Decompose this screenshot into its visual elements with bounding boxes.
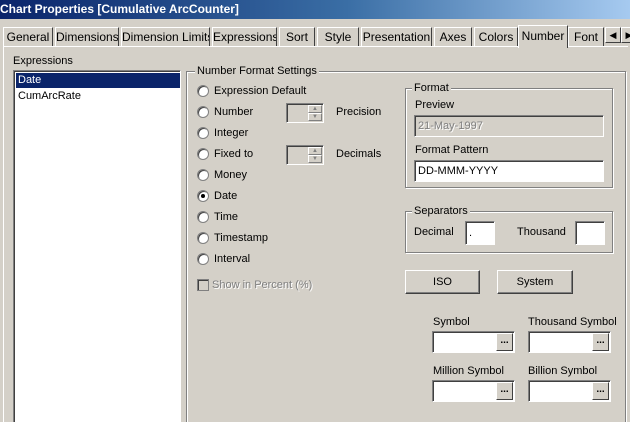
tab-style[interactable]: Style xyxy=(317,27,359,47)
separators-group-label: Separators xyxy=(412,205,470,217)
radio-money[interactable] xyxy=(197,169,209,181)
tab-number[interactable]: Number xyxy=(518,25,568,48)
tab-colors[interactable]: Colors xyxy=(474,27,518,47)
symbol-browse-button[interactable]: ... xyxy=(496,333,513,351)
arrow-right-icon: ▶ xyxy=(625,30,630,40)
thousand-separator-label: Thousand xyxy=(517,226,566,238)
decimals-spinner[interactable]: ▲ ▼ xyxy=(286,145,324,165)
radio-date-label: Date xyxy=(214,190,238,202)
number-format-group-label: Number Format Settings xyxy=(195,65,319,77)
radio-interval[interactable] xyxy=(197,253,209,265)
billion-symbol-input[interactable]: ... xyxy=(528,380,611,402)
decimal-separator-value: . xyxy=(469,227,473,239)
billion-symbol-label: Billion Symbol xyxy=(528,365,598,377)
spin-down-icon[interactable]: ▼ xyxy=(308,113,322,121)
show-in-percent-label: Show in Percent (%) xyxy=(212,279,313,291)
tab-scroll-left-button[interactable]: ◀ xyxy=(605,27,621,43)
decimal-separator-input[interactable]: . xyxy=(465,221,495,245)
radio-timestamp-label: Timestamp xyxy=(214,232,268,244)
tab-strip: General Dimensions Dimension Limits Expr… xyxy=(0,25,630,48)
thousand-symbol-label: Thousand Symbol xyxy=(528,316,617,328)
expressions-list[interactable]: Date CumArcRate xyxy=(13,70,181,422)
radio-integer-label: Integer xyxy=(214,127,249,139)
symbol-label: Symbol xyxy=(433,316,470,328)
radio-time[interactable] xyxy=(197,211,209,223)
tab-general[interactable]: General xyxy=(3,27,53,47)
format-group-label: Format xyxy=(412,82,451,94)
radio-money-label: Money xyxy=(214,169,248,181)
preview-label: Preview xyxy=(415,99,455,111)
format-pattern-value: DD-MMM-YYYY xyxy=(418,165,499,177)
preview-field: 21-May-1997 xyxy=(414,115,604,137)
spin-down-icon[interactable]: ▼ xyxy=(308,155,322,163)
radio-fixed-to[interactable] xyxy=(197,148,209,160)
list-item-cumarcrate[interactable]: CumArcRate xyxy=(16,89,180,104)
radio-integer[interactable] xyxy=(197,127,209,139)
decimal-separator-label: Decimal xyxy=(414,226,454,238)
tab-presentation[interactable]: Presentation xyxy=(361,27,432,47)
list-item-date[interactable]: Date xyxy=(16,73,180,88)
tab-sort[interactable]: Sort xyxy=(279,27,315,47)
spin-up-icon[interactable]: ▲ xyxy=(308,147,322,155)
radio-interval-label: Interval xyxy=(214,253,251,265)
precision-spinner-arrows[interactable]: ▲ ▼ xyxy=(308,105,322,121)
billion-symbol-browse-button[interactable]: ... xyxy=(592,382,609,400)
thousand-symbol-browse-button[interactable]: ... xyxy=(592,333,609,351)
tab-axes[interactable]: Axes xyxy=(434,27,472,47)
thousand-symbol-input[interactable]: ... xyxy=(528,331,611,353)
tab-expressions[interactable]: Expressions xyxy=(212,27,277,47)
spin-up-icon[interactable]: ▲ xyxy=(308,105,322,113)
radio-expression-default-label: Expression Default xyxy=(214,85,307,97)
arrow-left-icon: ◀ xyxy=(609,30,617,40)
window-title: Chart Properties [Cumulative ArcCounter] xyxy=(0,0,630,19)
expressions-label: Expressions xyxy=(13,55,73,67)
tab-font[interactable]: Font xyxy=(568,27,604,47)
precision-spinner[interactable]: ▲ ▼ xyxy=(286,103,324,123)
radio-number[interactable] xyxy=(197,106,209,118)
iso-button[interactable]: ISO xyxy=(405,270,480,294)
decimals-label: Decimals xyxy=(336,148,382,160)
system-button[interactable]: System xyxy=(497,270,573,294)
format-pattern-input[interactable]: DD-MMM-YYYY xyxy=(414,160,604,182)
tab-dimension-limits[interactable]: Dimension Limits xyxy=(121,27,210,47)
radio-date[interactable] xyxy=(197,190,209,202)
radio-number-label: Number xyxy=(214,106,254,118)
million-symbol-input[interactable]: ... xyxy=(432,380,515,402)
radio-fixed-to-label: Fixed to xyxy=(214,148,254,160)
radio-time-label: Time xyxy=(214,211,239,223)
thousand-separator-input[interactable] xyxy=(575,221,605,245)
tab-scroll-right-button[interactable]: ▶ xyxy=(621,27,630,43)
million-symbol-browse-button[interactable]: ... xyxy=(496,382,513,400)
radio-expression-default[interactable] xyxy=(197,85,209,97)
million-symbol-label: Million Symbol xyxy=(433,365,504,377)
precision-label: Precision xyxy=(336,106,382,118)
show-in-percent-checkbox[interactable] xyxy=(197,279,209,291)
decimals-spinner-arrows[interactable]: ▲ ▼ xyxy=(308,147,322,163)
format-pattern-label: Format Pattern xyxy=(415,144,489,156)
preview-value: 21-May-1997 xyxy=(418,120,483,132)
radio-timestamp[interactable] xyxy=(197,232,209,244)
symbol-input[interactable]: ... xyxy=(432,331,515,353)
tab-dimensions[interactable]: Dimensions xyxy=(55,27,119,47)
